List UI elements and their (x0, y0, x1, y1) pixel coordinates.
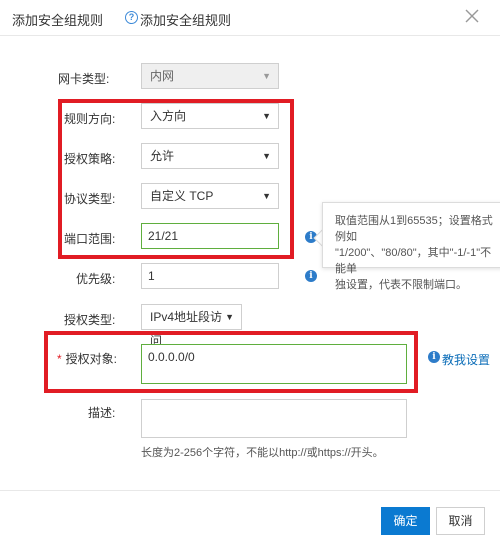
auth-type-select[interactable]: IPv4地址段访问 ▼ (141, 304, 242, 348)
protocol-label: 协议类型: (64, 192, 116, 206)
auth-object-textarea[interactable]: 0.0.0.0/0 (141, 344, 407, 384)
chevron-down-icon: ▼ (225, 312, 234, 322)
nic-type-value: 内网 (150, 69, 175, 83)
rule-direction-label: 规则方向: (64, 112, 116, 126)
dialog-title: 添加安全组规则 (12, 13, 104, 28)
tooltip-line: "1/200"、"80/80"，其中"-1/-1"不能单 (335, 247, 492, 275)
chevron-down-icon: ▼ (262, 191, 271, 201)
nic-type-label: 网卡类型: (58, 72, 110, 86)
nic-type-select: 内网 ▼ (141, 63, 279, 89)
chevron-down-icon: ▼ (262, 111, 271, 121)
port-range-tooltip: 取值范围从1到65535；设置格式例如 "1/200"、"80/80"，其中"-… (322, 202, 500, 291)
dialog-header: 添加安全组规则 ? 添加安全组规则 (0, 0, 500, 36)
auth-object-value: 0.0.0.0/0 (148, 350, 195, 364)
required-mark: * (57, 352, 62, 366)
tooltip-line: 取值范围从1到65535；设置格式例如 (335, 215, 493, 243)
help-icon[interactable]: ? (125, 11, 138, 24)
auth-object-label: * 授权对象: (57, 350, 137, 367)
confirm-button[interactable]: 确定 (381, 507, 430, 535)
auth-object-label-text: 授权对象: (65, 352, 118, 366)
auth-policy-label: 授权策略: (64, 152, 116, 166)
priority-value: 1 (148, 269, 155, 283)
chevron-down-icon: ▼ (262, 151, 271, 161)
port-range-value: 21/21 (148, 229, 179, 243)
protocol-value: 自定义 TCP (150, 189, 214, 203)
port-range-input[interactable]: 21/21 (141, 223, 279, 249)
auth-policy-value: 允许 (150, 149, 175, 163)
auth-type-label: 授权类型: (64, 313, 116, 327)
priority-input[interactable]: 1 (141, 263, 279, 289)
description-textarea[interactable] (141, 399, 407, 438)
tooltip-line: 独设置，代表不限制端口。 (335, 279, 467, 291)
close-icon[interactable] (462, 6, 482, 26)
rule-direction-value: 入方向 (150, 109, 187, 123)
port-range-label: 端口范围: (64, 232, 116, 246)
chevron-down-icon: ▼ (262, 71, 271, 81)
teach-me-link[interactable]: 教我设置 (442, 351, 490, 368)
footer-divider (0, 490, 500, 491)
description-hint: 长度为2-256个字符，不能以http://或https://开头。 (141, 447, 384, 459)
cancel-button[interactable]: 取消 (436, 507, 485, 535)
protocol-select[interactable]: 自定义 TCP ▼ (141, 183, 279, 209)
info-icon[interactable]: i (428, 351, 440, 363)
info-icon[interactable]: i (305, 270, 317, 282)
rule-direction-select[interactable]: 入方向 ▼ (141, 103, 279, 129)
help-link[interactable]: 添加安全组规则 (140, 10, 231, 29)
add-security-group-rule-dialog: 添加安全组规则 ? 添加安全组规则 网卡类型: 内网 ▼ 规则方向: 入方向 ▼… (0, 0, 500, 549)
auth-policy-select[interactable]: 允许 ▼ (141, 143, 279, 169)
